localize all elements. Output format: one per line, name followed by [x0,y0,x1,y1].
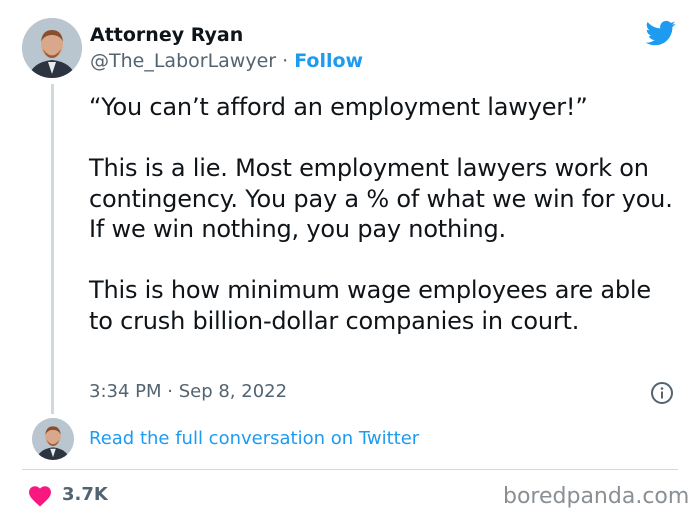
author-name[interactable]: Attorney Ryan [90,24,243,46]
divider [22,469,678,470]
like-count[interactable]: 3.7K [62,484,108,505]
author-avatar[interactable] [22,18,82,78]
read-conversation-link[interactable]: Read the full conversation on Twitter [89,428,419,449]
tweet-timestamp[interactable]: 3:34 PM · Sep 8, 2022 [89,381,287,402]
conversation-avatar[interactable] [32,418,74,460]
follow-button[interactable]: Follow [294,50,363,72]
thread-connector-line [51,84,54,414]
author-handle[interactable]: @The_LaborLawyer [90,50,276,72]
heart-icon[interactable] [28,485,52,507]
tweet-text: “You can’t afford an employment lawyer!”… [89,93,673,335]
author-handle-row: @The_LaborLawyer · Follow [90,50,363,72]
info-icon[interactable] [650,381,674,405]
handle-separator: · [276,50,295,72]
twitter-bird-icon[interactable] [644,18,678,48]
watermark: boredpanda.com [503,484,690,509]
